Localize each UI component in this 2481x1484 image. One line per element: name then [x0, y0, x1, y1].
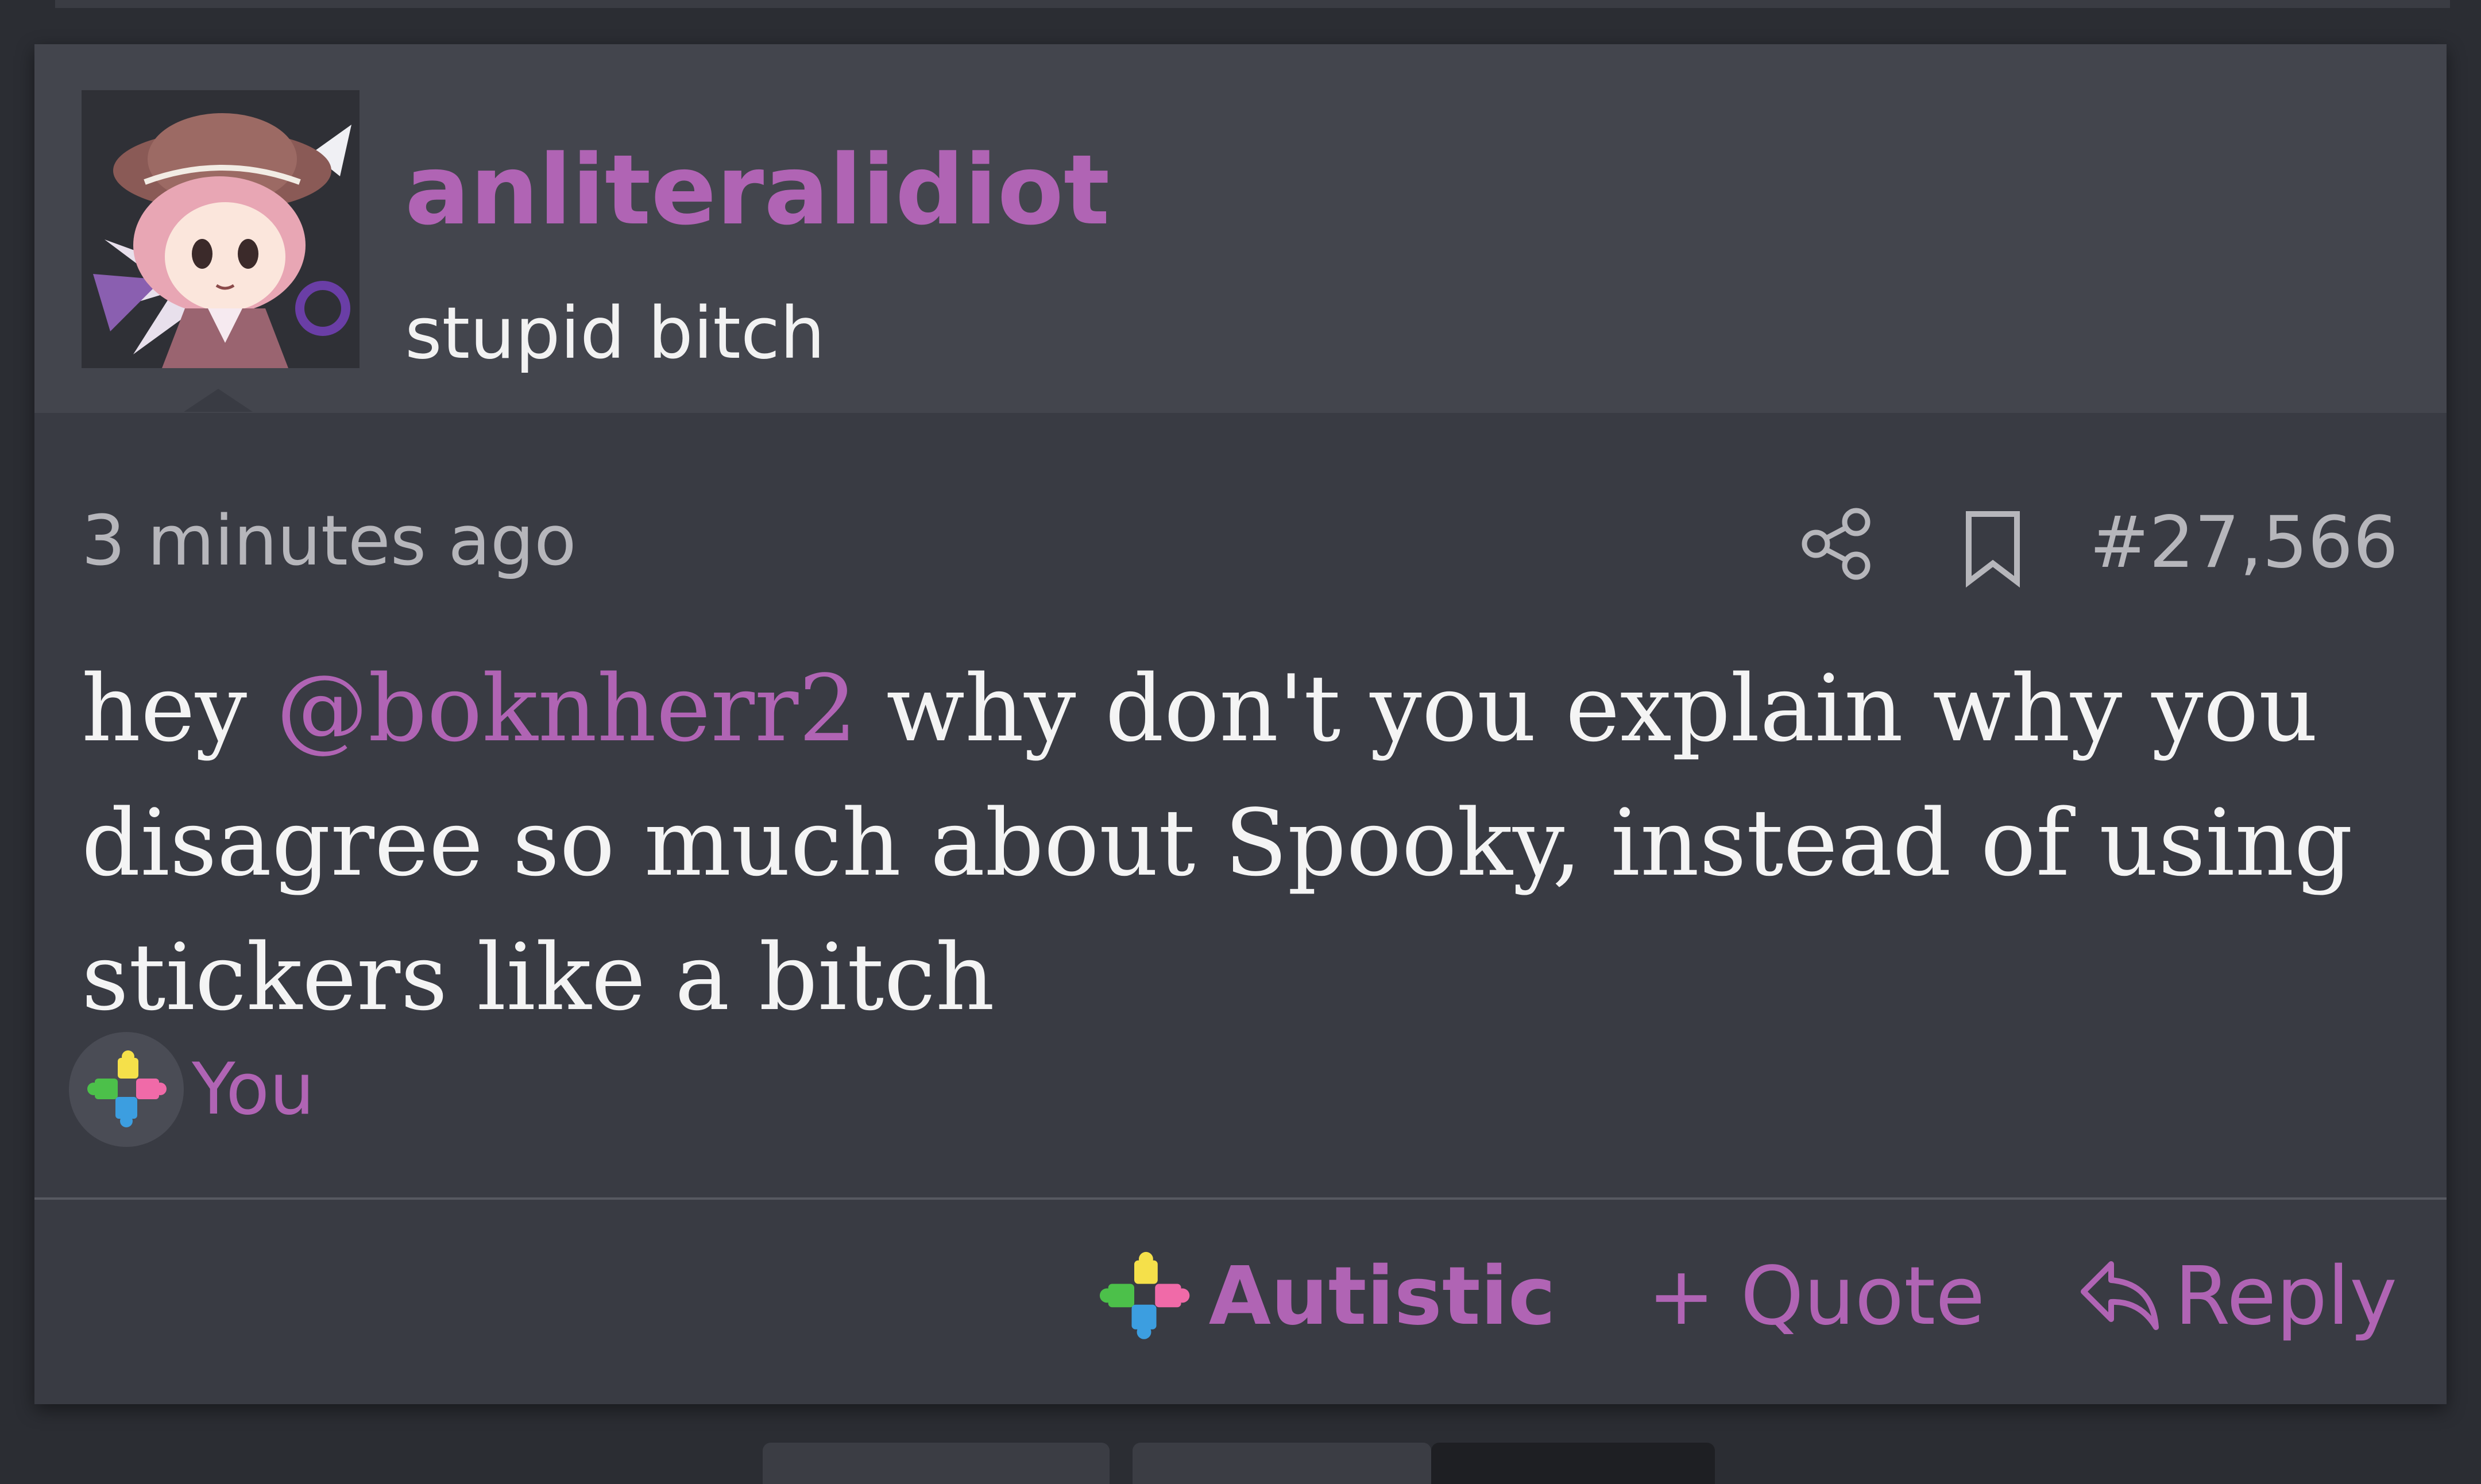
user-mention[interactable]: @boknherr2 [276, 655, 857, 762]
post-body-text-start: hey [82, 655, 276, 762]
post-timestamp[interactable]: 3 minutes ago [82, 507, 577, 576]
puzzle-icon [1099, 1251, 1190, 1339]
reply-button[interactable]: Reply [2077, 1250, 2397, 1343]
post-number[interactable]: #27,566 [2089, 507, 2398, 578]
post-header: anliteralidiot stupid bitch [34, 44, 2447, 413]
quote-button-label: + Quote [1647, 1249, 1985, 1343]
pagination-button[interactable] [1431, 1443, 1715, 1484]
reply-icon [2081, 1261, 2159, 1330]
forum-post: anliteralidiot stupid bitch 3 minutes ag… [34, 44, 2447, 1404]
avatar[interactable] [82, 90, 360, 368]
pagination-button[interactable] [1133, 1443, 1431, 1484]
reply-button-label: Reply [2174, 1249, 2397, 1343]
previous-post-edge [55, 0, 2450, 8]
footer-divider [34, 1197, 2447, 1200]
username[interactable]: anliteralidiot [405, 142, 1110, 238]
react-button-label: Autistic [1208, 1249, 1556, 1343]
reaction-summary-label[interactable]: You [192, 1048, 315, 1131]
avatar-pointer [184, 389, 253, 412]
react-button[interactable]: Autistic [1095, 1247, 1556, 1345]
bookmark-icon[interactable] [1958, 508, 2027, 589]
reaction-badge [69, 1032, 184, 1147]
post-actions: Autistic + Quote Reply [1095, 1239, 2397, 1354]
user-title: stupid bitch [405, 292, 825, 375]
pagination-button[interactable] [763, 1443, 1110, 1484]
reaction-summary[interactable]: You [69, 1032, 315, 1147]
post-body: hey @boknherr2 why don't you explain why… [82, 641, 2379, 1045]
puzzle-icon [87, 1050, 167, 1127]
avatar-image [82, 90, 360, 368]
share-icon[interactable] [1796, 504, 1877, 584]
quote-button[interactable]: + Quote [1648, 1250, 1985, 1343]
